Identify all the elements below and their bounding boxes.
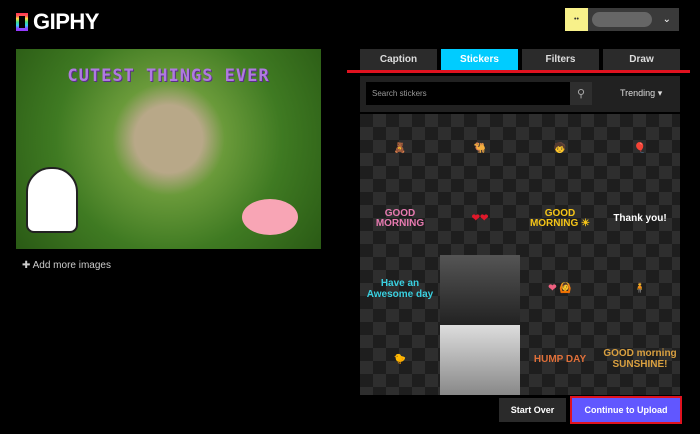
sticker-label: 🎈 [633,142,647,154]
sticker-label: Have an Awesome day [366,278,434,300]
sticker-item[interactable]: GOOD MORNING [360,184,440,254]
tab-caption[interactable]: Caption [360,49,437,70]
sticker-item[interactable]: 🧸 [360,114,440,184]
sticker-item[interactable]: Have an Awesome day [360,255,440,325]
caret-down-icon: ▾ [657,88,663,98]
giphy-logo-icon [16,13,28,31]
tab-stickers[interactable]: Stickers [441,49,518,70]
continue-to-upload-button[interactable]: Continue to Upload [570,396,682,424]
sticker-item[interactable] [440,324,520,395]
sticker-label: Thank you! [613,213,667,225]
sticker-item[interactable]: ❤❤ [440,184,520,254]
sticker-item[interactable]: 🐫 [440,114,520,184]
gif-preview: CUTEST THINGS EVER [16,49,321,249]
logo-text: GIPHY [33,9,99,34]
ghost-sticker [26,167,78,233]
sort-label: Trending [620,88,656,98]
sticker-item[interactable]: 🐤 [360,325,440,395]
add-more-images[interactable]: ✚ Add more images [22,260,111,271]
highlight-underline [347,70,690,73]
sticker-label: HUMP DAY [533,353,587,365]
sticker-label: 🧸 [393,142,407,154]
sticker-item[interactable]: GOOD MORNING ☀ [520,184,600,254]
sticker-item[interactable]: HUMP DAY [520,325,600,395]
sticker-item[interactable]: ❤ 🙆 [520,255,600,325]
sticker-item[interactable]: 🎈 [600,114,680,184]
tab-draw[interactable]: Draw [603,49,680,70]
start-over-button[interactable]: Start Over [499,398,566,422]
sticker-item[interactable]: 🧒 [520,114,600,184]
avatar: •• [565,8,588,31]
heart-sticker [242,199,298,235]
tab-filters[interactable]: Filters [522,49,599,70]
editor-tabs: Caption Stickers Filters Draw [360,49,680,70]
sticker-item[interactable] [440,254,520,325]
user-menu[interactable]: •• ⌄ [565,8,679,31]
sticker-label: GOOD morning SUNSHINE! [603,348,677,370]
sticker-item[interactable]: Thank you! [600,184,680,254]
sticker-label: GOOD MORNING [375,207,425,230]
sticker-search-bar: ⚲ Trending ▾ [360,76,680,112]
sticker-label: 🐫 [473,142,487,154]
sticker-label: ❤ 🙆 [548,283,572,295]
sticker-label: ❤❤ [471,213,489,225]
sticker-label: GOOD MORNING ☀ [529,207,591,230]
username-blurred [592,12,652,27]
search-stickers-input[interactable] [366,82,570,105]
search-icon: ⚲ [576,88,586,100]
sticker-item[interactable]: GOOD morning SUNSHINE! [600,325,680,395]
add-more-label: Add more images [32,260,111,271]
sticker-item[interactable]: 🧍 [600,255,680,325]
sticker-grid: 🧸 🐫 🧒 🎈 GOOD MORNING ❤❤ GOOD MORNING ☀ Thank yo… [360,114,680,395]
sticker-label: 🧒 [553,142,567,154]
sticker-label: 🧍 [633,283,647,295]
search-button[interactable]: ⚲ [570,82,592,105]
giphy-logo[interactable]: GIPHY [16,9,99,35]
preview-caption: CUTEST THINGS EVER [67,66,270,86]
plus-icon: ✚ [22,260,33,271]
sticker-label: 🐤 [393,353,407,365]
chevron-down-icon: ⌄ [662,14,671,25]
sort-dropdown[interactable]: Trending ▾ [620,88,662,99]
